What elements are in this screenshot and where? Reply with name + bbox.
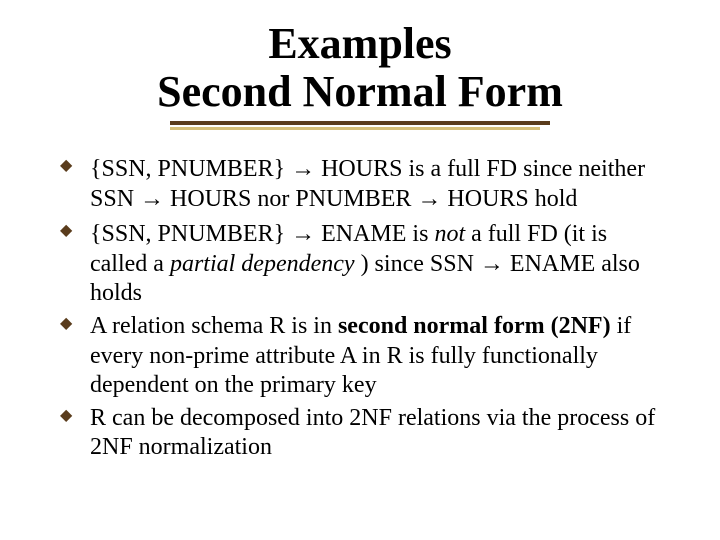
bullet-text: ) since SSN [355, 251, 480, 277]
title-line-1: Examples [0, 20, 720, 68]
slide-title-block: Examples Second Normal Form [0, 0, 720, 130]
bullet-item: {SSN, PNUMBER} → ENAME is not a full FD … [60, 219, 670, 309]
bullet-text: → [291, 155, 315, 182]
bullet-text: A relation schema R is in [90, 313, 338, 339]
bullet-text: → [417, 185, 441, 212]
bullet-text: {SSN, PNUMBER} [90, 221, 291, 247]
bullet-text: partial dependency [170, 251, 355, 277]
title-line-2: Second Normal Form [0, 68, 720, 116]
slide: Examples Second Normal Form {SSN, PNUMBE… [0, 0, 720, 540]
title-rule [170, 121, 550, 130]
bullet-text: R can be decomposed into 2NF relations v… [90, 405, 655, 460]
bullet-item: A relation schema R is in second normal … [60, 312, 670, 400]
bullet-text: → [140, 185, 164, 212]
bullet-item: R can be decomposed into 2NF relations v… [60, 404, 670, 463]
bullet-text: HOURS hold [441, 186, 577, 212]
bullet-text: not [434, 221, 465, 247]
bullet-text: {SSN, PNUMBER} [90, 156, 291, 182]
slide-body: {SSN, PNUMBER} → HOURS is a full FD sinc… [0, 130, 720, 463]
bullet-item: {SSN, PNUMBER} → HOURS is a full FD sinc… [60, 154, 670, 215]
bullet-text: ENAME is [315, 221, 434, 247]
bullet-text: HOURS nor PNUMBER [164, 186, 417, 212]
bullet-list: {SSN, PNUMBER} → HOURS is a full FD sinc… [60, 154, 670, 463]
title-rule-top [170, 121, 550, 125]
bullet-text: second normal form (2NF) [338, 313, 611, 339]
bullet-text: → [480, 250, 504, 277]
bullet-text: → [291, 220, 315, 247]
